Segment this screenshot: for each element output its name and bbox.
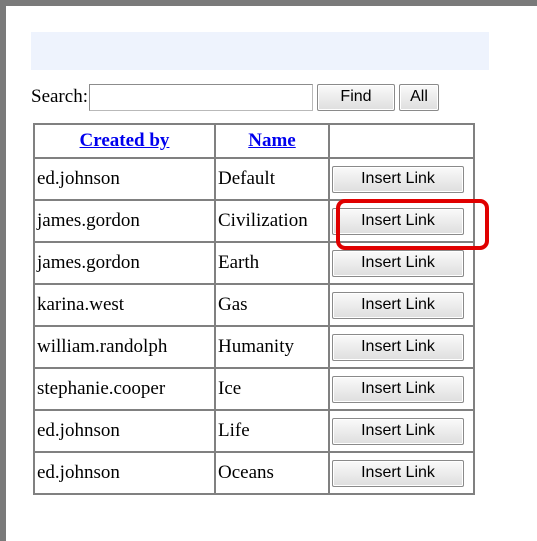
cell-created-by: ed.johnson bbox=[34, 452, 215, 494]
cell-name: Life bbox=[215, 410, 329, 452]
table-row: stephanie.cooper Ice Insert Link bbox=[34, 368, 474, 410]
cell-created-by: ed.johnson bbox=[34, 158, 215, 200]
cell-name: Oceans bbox=[215, 452, 329, 494]
column-header-action bbox=[329, 124, 474, 158]
table-row: james.gordon Civilization Insert Link bbox=[34, 200, 474, 242]
window-frame-top bbox=[0, 0, 537, 6]
cell-action: Insert Link bbox=[329, 284, 474, 326]
search-input[interactable] bbox=[88, 83, 313, 111]
find-button[interactable]: Find bbox=[316, 83, 395, 111]
table-row: william.randolph Humanity Insert Link bbox=[34, 326, 474, 368]
insert-link-button[interactable]: Insert Link bbox=[332, 333, 464, 361]
all-button[interactable]: All bbox=[398, 83, 439, 111]
cell-created-by: ed.johnson bbox=[34, 410, 215, 452]
cell-action: Insert Link bbox=[329, 242, 474, 284]
results-table: Created by Name ed.johnson Default Insert … bbox=[33, 123, 475, 495]
cell-created-by: james.gordon bbox=[34, 242, 215, 284]
cell-action: Insert Link bbox=[329, 452, 474, 494]
insert-link-button[interactable]: Insert Link bbox=[332, 165, 464, 193]
column-header-created-by: Created by bbox=[34, 124, 215, 158]
cell-action: Insert Link bbox=[329, 200, 474, 242]
table-row: james.gordon Earth Insert Link bbox=[34, 242, 474, 284]
search-label: Search: bbox=[31, 86, 88, 107]
insert-link-button[interactable]: Insert Link bbox=[332, 207, 464, 235]
column-header-name: Name bbox=[215, 124, 329, 158]
insert-link-button[interactable]: Insert Link bbox=[332, 375, 464, 403]
cell-action: Insert Link bbox=[329, 410, 474, 452]
header-banner bbox=[31, 32, 489, 70]
window-frame-left bbox=[0, 0, 6, 541]
cell-name: Gas bbox=[215, 284, 329, 326]
cell-action: Insert Link bbox=[329, 158, 474, 200]
insert-link-button[interactable]: Insert Link bbox=[332, 249, 464, 277]
cell-action: Insert Link bbox=[329, 326, 474, 368]
table-row: ed.johnson Default Insert Link bbox=[34, 158, 474, 200]
insert-link-button[interactable]: Insert Link bbox=[332, 417, 464, 445]
search-bar: Search: Find All bbox=[31, 80, 439, 114]
cell-action: Insert Link bbox=[329, 368, 474, 410]
cell-created-by: stephanie.cooper bbox=[34, 368, 215, 410]
cell-name: Humanity bbox=[215, 326, 329, 368]
cell-name: Ice bbox=[215, 368, 329, 410]
cell-name: Earth bbox=[215, 242, 329, 284]
cell-name: Default bbox=[215, 158, 329, 200]
sort-created-by-link[interactable]: Created by bbox=[80, 130, 170, 151]
cell-created-by: william.randolph bbox=[34, 326, 215, 368]
table-row: ed.johnson Oceans Insert Link bbox=[34, 452, 474, 494]
insert-link-button[interactable]: Insert Link bbox=[332, 291, 464, 319]
table-row: karina.west Gas Insert Link bbox=[34, 284, 474, 326]
sort-name-link[interactable]: Name bbox=[248, 130, 295, 151]
cell-created-by: karina.west bbox=[34, 284, 215, 326]
table-row: ed.johnson Life Insert Link bbox=[34, 410, 474, 452]
cell-name: Civilization bbox=[215, 200, 329, 242]
insert-link-button[interactable]: Insert Link bbox=[332, 459, 464, 487]
table-header-row: Created by Name bbox=[34, 124, 474, 158]
cell-created-by: james.gordon bbox=[34, 200, 215, 242]
